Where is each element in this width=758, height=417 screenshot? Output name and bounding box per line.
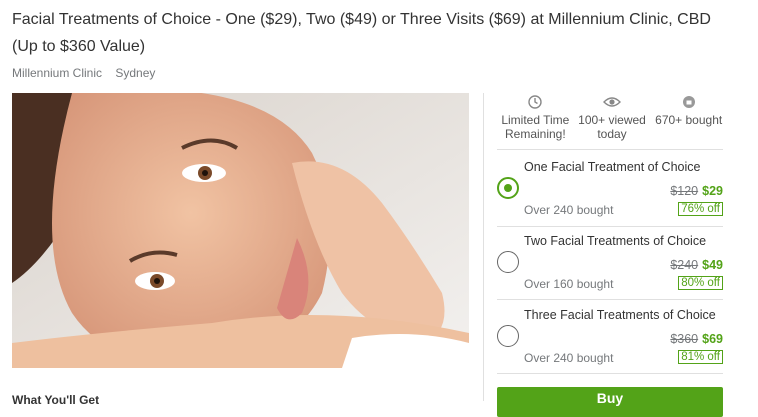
option-prices: $360 $69 [670, 332, 723, 346]
deal-price: $49 [702, 258, 723, 272]
bought-count: Over 240 bought [524, 203, 614, 217]
option-radio[interactable] [497, 325, 519, 347]
location-label: Sydney [115, 66, 156, 80]
deal-title: Facial Treatments of Choice - One ($29),… [12, 11, 711, 55]
merchant-link[interactable]: Millennium Clinic [12, 66, 102, 80]
deal-meta: Millennium Clinic Sydney [12, 66, 165, 80]
discount-badge: 81% off [678, 350, 723, 364]
section-heading-what-youll-get: What You'll Get [12, 393, 100, 407]
deal-hero-image [12, 93, 469, 368]
option-three-facials[interactable]: Three Facial Treatments of Choice $360 $6… [497, 300, 723, 372]
option-radio[interactable] [497, 251, 519, 273]
divider [497, 373, 723, 374]
option-radio[interactable] [497, 177, 519, 199]
original-price: $240 [670, 258, 699, 272]
original-price: $120 [670, 184, 699, 198]
discount-badge: 80% off [678, 276, 723, 290]
deal-price: $69 [702, 332, 723, 346]
option-prices: $240 $49 [670, 258, 723, 272]
buy-button[interactable]: Buy [497, 387, 723, 417]
eye-icon [603, 97, 621, 107]
bought-count: Over 240 bought [524, 351, 614, 365]
woman-face-image [12, 93, 469, 368]
bought-count: Over 160 bought [524, 277, 614, 291]
option-one-facial[interactable]: One Facial Treatment of Choice $120 $29 O… [497, 152, 723, 224]
bag-icon [682, 96, 695, 108]
option-prices: $120 $29 [670, 184, 723, 198]
option-two-facials[interactable]: Two Facial Treatments of Choice $240 $49 … [497, 226, 723, 298]
stat-bought: 670+ bought [650, 93, 727, 148]
deal-stats: Limited Time Remaining! 100+ viewed toda… [497, 93, 727, 148]
original-price: $360 [670, 332, 699, 346]
clock-icon [528, 95, 543, 109]
discount-badge: 76% off [678, 202, 723, 216]
stat-time-remaining: Limited Time Remaining! [497, 93, 574, 148]
stat-viewed: 100+ viewed today [574, 93, 651, 148]
divider [497, 149, 723, 150]
deal-price: $29 [702, 184, 723, 198]
